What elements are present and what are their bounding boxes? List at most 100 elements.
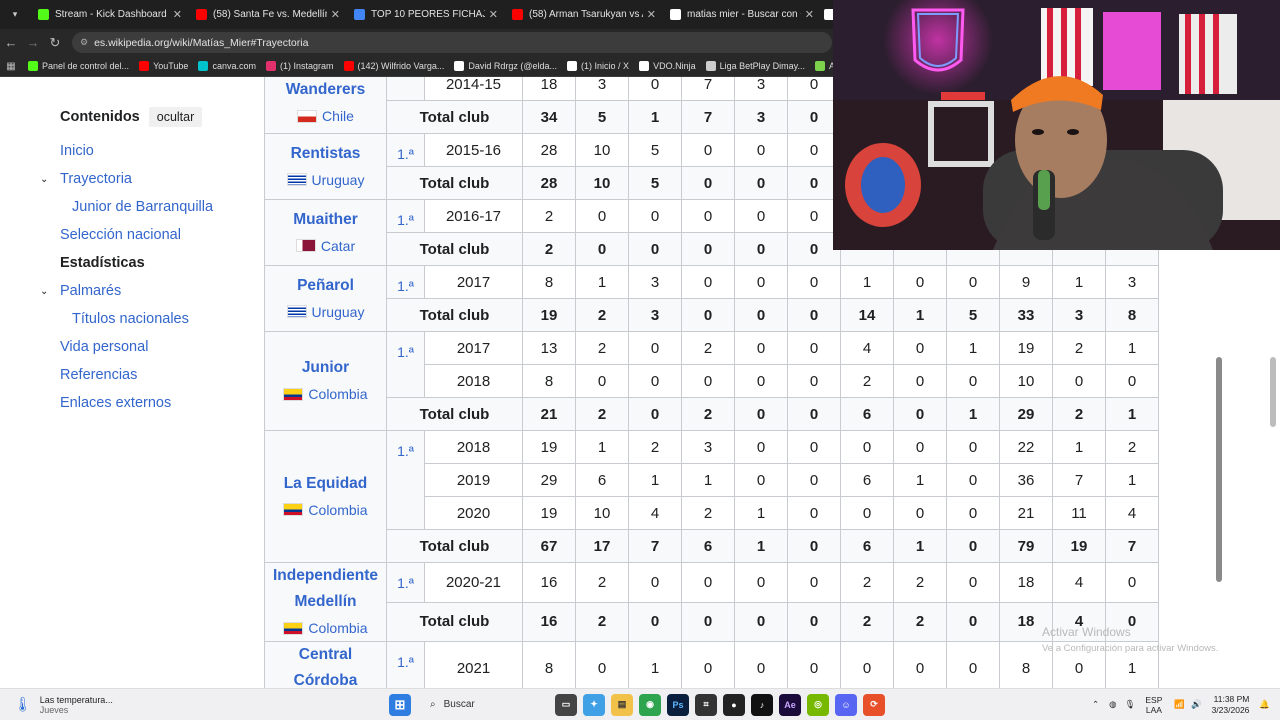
close-tab-icon[interactable]: ✕: [489, 8, 498, 21]
address-bar[interactable]: ⚙ es.wikipedia.org/wiki/Matías_Mier#Tray…: [72, 32, 832, 53]
tiktok-icon: [454, 61, 465, 71]
tab-title: (58) Arman Tsarukyan vs Alexan: [529, 9, 643, 20]
league-link[interactable]: 1.ª: [386, 133, 425, 167]
bookmark-item[interactable]: VDO.Ninja: [639, 61, 696, 71]
site-info-icon[interactable]: ⚙: [80, 37, 88, 48]
total-cell: 67: [522, 529, 576, 563]
after-effects-icon[interactable]: Ae: [779, 693, 801, 716]
browser-tab[interactable]: (58) Arman Tsarukyan vs Alexan ✕: [504, 0, 662, 29]
close-tab-icon[interactable]: ✕: [173, 8, 182, 21]
photoshop-icon[interactable]: Ps: [667, 693, 689, 716]
bookmark-item[interactable]: (1) Instagram: [265, 61, 334, 71]
app-icon[interactable]: ⟳: [863, 693, 885, 716]
club-name-link[interactable]: Peñarol: [265, 273, 386, 299]
bookmark-item[interactable]: David Rdrgz (@elda...: [454, 61, 557, 71]
country-link[interactable]: Uruguay: [265, 167, 386, 193]
back-icon[interactable]: ←: [0, 35, 22, 50]
calculator-icon[interactable]: ⌗: [695, 693, 717, 716]
close-tab-icon[interactable]: ✕: [805, 8, 814, 21]
kick-icon: [28, 61, 38, 71]
country-link[interactable]: Colombia: [265, 497, 386, 523]
country-link[interactable]: Colombia: [265, 381, 386, 407]
toc-item[interactable]: ⌄ Palmarés: [40, 277, 240, 305]
network-icon[interactable]: ◍: [1109, 699, 1116, 710]
clock-time[interactable]: 11:38 PM: [1212, 694, 1250, 705]
bookmark-item[interactable]: Panel de control del...: [28, 61, 129, 71]
toc-item[interactable]: Enlaces externos: [40, 389, 240, 417]
bookmark-item[interactable]: YouTube: [139, 61, 188, 71]
country-link[interactable]: Chile: [265, 103, 386, 129]
scrollbar[interactable]: [1216, 357, 1222, 582]
toc-item[interactable]: ⌄ Trayectoria: [40, 165, 240, 193]
club-name-link[interactable]: Independiente Medellín: [265, 563, 386, 615]
toc-item[interactable]: Estadísticas: [40, 249, 240, 277]
chevron-down-icon[interactable]: ⌄: [40, 174, 48, 185]
browser-tab[interactable]: Stream - Kick Dashboard ✕: [30, 0, 188, 29]
notifications-icon[interactable]: 🔔: [1259, 699, 1270, 710]
clock-date[interactable]: 3/23/2026: [1212, 705, 1250, 716]
country-link[interactable]: Catar: [265, 233, 386, 259]
club-name-link[interactable]: La Equidad: [265, 471, 386, 497]
toc-item[interactable]: Inicio: [40, 137, 240, 165]
league-link[interactable]: 1.ª: [386, 430, 425, 530]
country-link[interactable]: Uruguay: [265, 299, 386, 325]
toc-item[interactable]: Junior de Barranquilla: [40, 193, 240, 221]
task-view-icon[interactable]: ▭: [555, 693, 577, 716]
weather-widget[interactable]: 🌡 Las temperatura... Jueves: [14, 695, 124, 715]
close-tab-icon[interactable]: ✕: [331, 8, 340, 21]
tiktok-icon[interactable]: ♪: [751, 693, 773, 716]
taskbar-search[interactable]: ⌕ Buscar: [420, 693, 546, 717]
total-cell: 0: [681, 601, 735, 642]
toc-item[interactable]: Selección nacional: [40, 221, 240, 249]
club-name-link[interactable]: Junior: [265, 355, 386, 381]
mic-icon[interactable]: 🎙: [1125, 699, 1136, 710]
close-tab-icon[interactable]: ✕: [647, 8, 656, 21]
toc-item[interactable]: Vida personal: [40, 333, 240, 361]
tray-chevron-icon[interactable]: ⌃: [1092, 699, 1099, 710]
language-indicator[interactable]: ESP: [1145, 695, 1162, 705]
apps-icon[interactable]: ▦: [0, 61, 22, 72]
league-link[interactable]: [386, 77, 425, 101]
tab-search-icon[interactable]: ▾: [4, 4, 26, 26]
file-explorer-icon[interactable]: ▤: [611, 693, 633, 716]
toc-item[interactable]: Referencias: [40, 361, 240, 389]
league-link[interactable]: 1.ª: [386, 199, 425, 233]
stat-cell: 0: [628, 331, 682, 365]
total-cell: 3: [734, 100, 788, 134]
obs-icon[interactable]: ●: [723, 693, 745, 716]
volume-icon[interactable]: 🔊: [1191, 699, 1202, 710]
stat-cell: 2: [1105, 430, 1159, 464]
club-name-link[interactable]: Wanderers: [265, 77, 386, 103]
bookmark-item[interactable]: (1) Inicio / X: [567, 61, 629, 71]
chevron-down-icon[interactable]: ⌄: [40, 286, 48, 297]
club-name-link[interactable]: Rentistas: [265, 141, 386, 167]
total-cell: 0: [787, 298, 841, 332]
wifi-icon[interactable]: 📶: [1174, 699, 1185, 710]
browser-tab[interactable]: (58) Santa Fe vs. Medellín (gole ✕: [188, 0, 346, 29]
chrome-icon[interactable]: ◉: [639, 693, 661, 716]
start-icon[interactable]: ⊞: [389, 693, 411, 716]
toc-item[interactable]: Títulos nacionales: [40, 305, 240, 333]
forward-icon[interactable]: →: [22, 35, 44, 50]
page-scrollbar-thumb[interactable]: [1270, 357, 1276, 427]
reload-icon[interactable]: ↻: [44, 35, 66, 51]
copilot-icon[interactable]: ✦: [583, 693, 605, 716]
browser-tab[interactable]: matias mier - Buscar con Goo ✕: [662, 0, 820, 29]
league-link[interactable]: 1.ª: [386, 562, 425, 603]
bookmark-item[interactable]: Liga BetPlay Dimay...: [705, 61, 805, 71]
bookmark-item[interactable]: (142) Wilfrido Varga...: [343, 61, 444, 71]
league-link[interactable]: 1.ª: [386, 641, 425, 688]
discord-icon[interactable]: ☺: [835, 693, 857, 716]
total-cell: 1: [1105, 397, 1159, 431]
toc-hide-button[interactable]: ocultar: [148, 107, 203, 127]
club-name-link[interactable]: Muaither: [265, 207, 386, 233]
stat-cell: 8: [522, 364, 576, 398]
country-link[interactable]: Colombia: [265, 615, 386, 641]
bookmark-item[interactable]: canva.com: [198, 61, 256, 71]
league-link[interactable]: 1.ª: [386, 265, 425, 299]
total-cell: 0: [734, 397, 788, 431]
browser-tab[interactable]: TOP 10 PEORES FICHAJES DEL ✕: [346, 0, 504, 29]
nvidia-icon[interactable]: ◎: [807, 693, 829, 716]
club-name-link[interactable]: Central Córdoba: [265, 642, 386, 688]
league-link[interactable]: 1.ª: [386, 331, 425, 398]
